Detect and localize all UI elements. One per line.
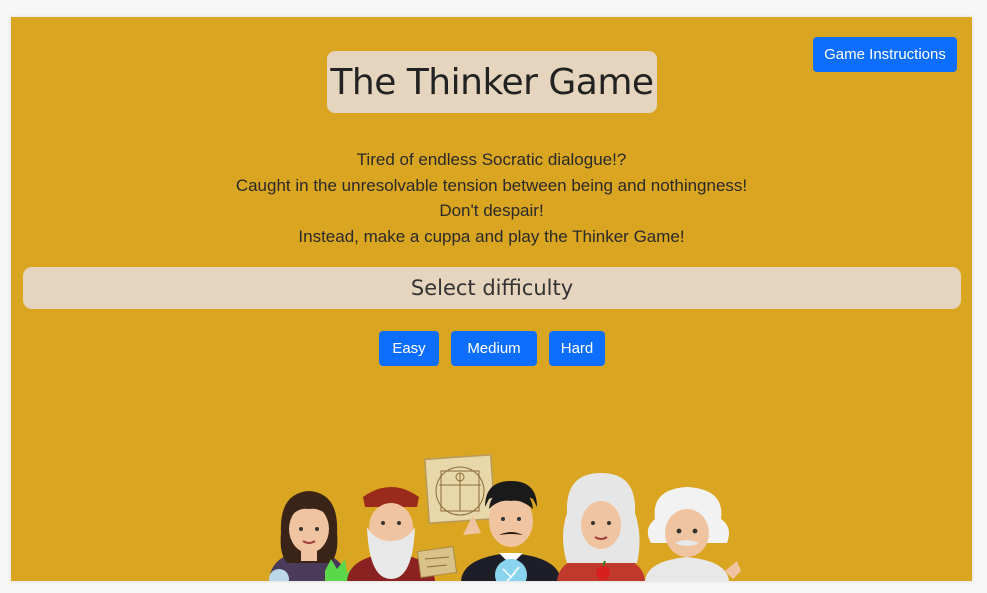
- intro-line: Tired of endless Socratic dialogue!?: [356, 150, 627, 169]
- page-title: The Thinker Game: [330, 61, 654, 103]
- intro-text: Tired of endless Socratic dialogue!? Cau…: [11, 147, 972, 249]
- einstein-figure: [645, 487, 741, 581]
- intro-line: Instead, make a cuppa and play the Think…: [298, 226, 685, 246]
- intro-line: Don't despair!: [439, 201, 544, 220]
- vitruvian-drawing: [424, 453, 496, 525]
- intro-line: Caught in the unresolvable tension betwe…: [235, 175, 748, 195]
- game-page: Game Instructions The Thinker Game Tired…: [11, 17, 972, 581]
- thinkers-illustration: [269, 453, 741, 581]
- title-box: The Thinker Game: [327, 51, 657, 113]
- easy-button[interactable]: Easy: [379, 331, 439, 366]
- newton-figure: [557, 473, 645, 581]
- difficulty-heading-bar: Select difficulty: [23, 267, 961, 309]
- curie-figure: [269, 491, 355, 581]
- hard-button[interactable]: Hard: [549, 331, 605, 366]
- medium-button[interactable]: Medium: [451, 331, 537, 366]
- game-instructions-button[interactable]: Game Instructions: [813, 37, 957, 72]
- difficulty-heading: Select difficulty: [410, 276, 574, 300]
- difficulty-buttons: Easy Medium Hard: [11, 331, 972, 366]
